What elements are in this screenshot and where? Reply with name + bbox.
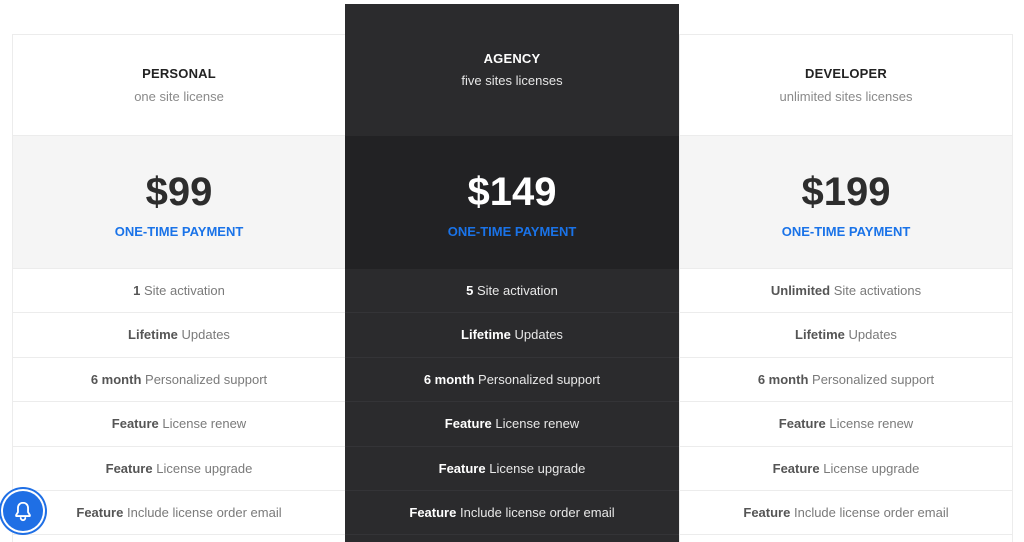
- feature-text: Include license order email: [790, 504, 949, 520]
- feature-highlight: Feature: [105, 460, 153, 476]
- feature-highlight: 6 month: [423, 371, 475, 387]
- feature-item: 6 month Personalized support: [345, 358, 679, 403]
- plan-subtitle: five sites licenses: [461, 73, 563, 88]
- feature-highlight: Feature: [438, 460, 486, 476]
- feature-list: Unlimited Site activations Lifetime Upda…: [680, 269, 1012, 536]
- feature-highlight: Feature: [743, 504, 791, 520]
- feature-item: Unlimited Site activations: [680, 269, 1012, 314]
- feature-list: 1 Site activation Lifetime Updates 6 mon…: [13, 269, 345, 536]
- feature-item: Feature License upgrade: [13, 447, 345, 491]
- notification-bell-button[interactable]: [3, 491, 43, 531]
- plan-header: DEVELOPER unlimited sites licenses: [680, 35, 1012, 136]
- feature-highlight: 6 month: [90, 371, 142, 387]
- plan-card-agency: AGENCY five sites licenses $149 ONE-TIME…: [345, 4, 679, 542]
- feature-text: Include license order email: [456, 504, 615, 520]
- feature-item: 6 month Personalized support: [13, 358, 345, 403]
- plan-header: PERSONAL one site license: [13, 35, 345, 136]
- plan-price: $149: [467, 170, 557, 214]
- feature-highlight: Lifetime: [128, 327, 178, 343]
- feature-item: Feature License renew: [680, 402, 1012, 447]
- feature-text: License upgrade: [152, 460, 253, 476]
- payment-type: ONE-TIME PAYMENT: [114, 224, 244, 239]
- feature-text: Personalized support: [474, 371, 601, 387]
- feature-item: Feature Include license order email: [680, 491, 1012, 536]
- plan-price: $199: [801, 170, 891, 214]
- feature-highlight: Feature: [76, 504, 124, 520]
- feature-item: Feature License upgrade: [680, 447, 1012, 491]
- feature-highlight: 6 month: [757, 371, 809, 387]
- feature-item: 5 Site activation: [345, 269, 679, 314]
- plan-card-developer: DEVELOPER unlimited sites licenses $199 …: [679, 34, 1013, 542]
- price-box: $149 ONE-TIME PAYMENT: [345, 136, 679, 269]
- feature-highlight: Feature: [444, 416, 492, 432]
- feature-text: Updates: [844, 327, 897, 343]
- feature-item: Feature Include license order email: [345, 491, 679, 536]
- feature-highlight: Feature: [409, 504, 457, 520]
- plan-subtitle: one site license: [134, 89, 224, 104]
- feature-item: Feature License renew: [13, 402, 345, 447]
- feature-text: Site activation: [140, 283, 225, 298]
- feature-highlight: Feature: [772, 460, 820, 476]
- payment-type: ONE-TIME PAYMENT: [781, 224, 911, 239]
- feature-highlight: Feature: [111, 416, 159, 432]
- feature-text: Updates: [510, 327, 563, 343]
- plan-subtitle: unlimited sites licenses: [779, 89, 913, 104]
- feature-item: Feature License upgrade: [345, 447, 679, 491]
- feature-highlight: Feature: [778, 416, 826, 432]
- feature-highlight: Lifetime: [795, 327, 845, 343]
- feature-text: License renew: [825, 416, 914, 432]
- feature-item: Feature Include license order email: [13, 491, 345, 536]
- feature-item: 6 month Personalized support: [680, 358, 1012, 403]
- feature-item: Feature License renew: [345, 402, 679, 447]
- plan-price: $99: [145, 170, 213, 214]
- feature-item: Lifetime Updates: [13, 313, 345, 358]
- feature-text: Site activation: [473, 283, 558, 298]
- payment-type: ONE-TIME PAYMENT: [447, 224, 577, 239]
- feature-text: License upgrade: [819, 460, 920, 476]
- price-box: $199 ONE-TIME PAYMENT: [680, 136, 1012, 269]
- feature-item: Lifetime Updates: [680, 313, 1012, 358]
- pricing-table: PERSONAL one site license $99 ONE-TIME P…: [0, 0, 1024, 542]
- feature-highlight: Lifetime: [461, 327, 511, 343]
- feature-text: Include license order email: [123, 504, 282, 520]
- plan-name: DEVELOPER: [805, 66, 887, 81]
- feature-text: License renew: [158, 416, 247, 432]
- bell-icon: [15, 501, 31, 522]
- feature-list: 5 Site activation Lifetime Updates 6 mon…: [345, 269, 679, 536]
- plan-header: AGENCY five sites licenses: [345, 4, 679, 136]
- feature-text: Site activations: [830, 283, 922, 298]
- plan-name: PERSONAL: [142, 66, 216, 81]
- feature-item: Lifetime Updates: [345, 313, 679, 358]
- feature-text: Personalized support: [141, 371, 268, 387]
- plan-name: AGENCY: [483, 51, 541, 66]
- feature-highlight: Unlimited: [770, 283, 831, 298]
- plan-card-personal: PERSONAL one site license $99 ONE-TIME P…: [12, 34, 346, 542]
- feature-text: License upgrade: [485, 460, 586, 476]
- feature-text: Personalized support: [808, 371, 935, 387]
- feature-item: 1 Site activation: [13, 269, 345, 314]
- feature-text: Updates: [177, 327, 230, 343]
- feature-text: License renew: [491, 416, 580, 432]
- price-box: $99 ONE-TIME PAYMENT: [13, 136, 345, 269]
